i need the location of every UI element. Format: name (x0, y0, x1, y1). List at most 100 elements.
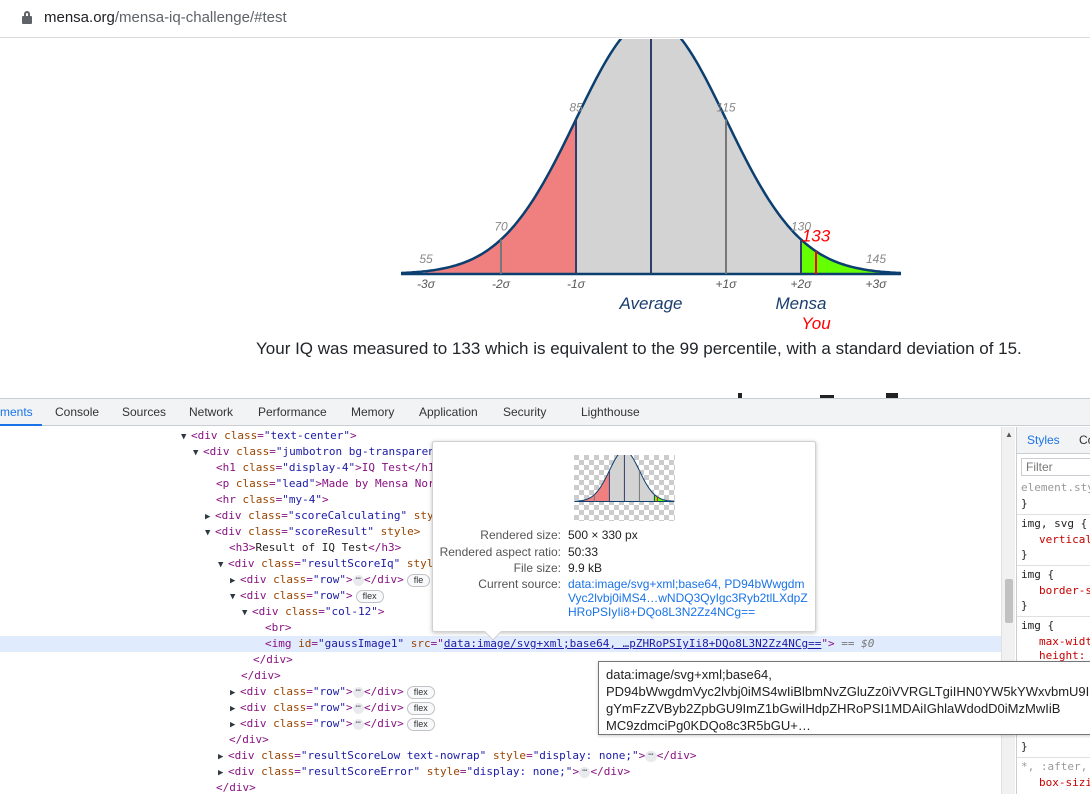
style-rule-selector: img, svg { (1021, 517, 1088, 530)
collapse-arrow-icon[interactable]: ▼ (193, 445, 203, 461)
tab-elements[interactable]: ments (0, 399, 42, 426)
data-uri-line: gYmFzZVByb2ZpbGU9ImZ1bGwiIHdpZHRoPSI1MDA… (606, 701, 1061, 716)
sigma-label: +2σ (791, 277, 813, 291)
url-text[interactable]: mensa.org/mensa-iq-challenge/#test (44, 9, 287, 26)
score-label-85: 85 (569, 100, 583, 114)
lock-icon[interactable] (22, 11, 32, 24)
collapse-arrow-icon[interactable]: ▼ (205, 525, 215, 541)
style-rule-brace: } (1021, 497, 1028, 510)
collapse-arrow-icon[interactable]: ▼ (181, 429, 191, 445)
data-uri-line: MC9zdmciPg0KDQo8c3R5bGU+… (606, 718, 811, 733)
collapse-arrow-icon[interactable]: ▼ (242, 605, 252, 621)
data-uri-tooltip: data:image/svg+xml;base64, PD94bWwgdmVyc… (598, 661, 1090, 735)
expand-arrow-icon[interactable]: ▶ (230, 573, 240, 589)
ellipsis-button[interactable]: ⋯ (579, 766, 591, 778)
style-property[interactable]: max-widt (1039, 635, 1090, 649)
current-source-label: Current source: (478, 577, 561, 591)
styles-tabbar: Styles Co (1017, 427, 1090, 454)
expand-arrow-icon[interactable]: ▶ (218, 749, 228, 765)
aspect-ratio-label: Rendered aspect ratio: (439, 545, 561, 559)
score-label-55: 55 (419, 252, 433, 266)
url-domain: mensa.org (44, 9, 115, 26)
sigma-label: +1σ (716, 277, 738, 291)
aspect-ratio-value: 50:33 (568, 545, 599, 559)
collapse-arrow-icon[interactable]: ▼ (230, 589, 240, 605)
tab-console[interactable]: Console (55, 399, 99, 426)
sigma-label: +3σ (866, 277, 888, 291)
tab-security[interactable]: Security (503, 399, 546, 426)
ellipsis-button[interactable]: ⋯ (645, 750, 657, 762)
flex-badge[interactable]: flex (406, 701, 435, 715)
style-rule-selector: *, :after, (1021, 760, 1088, 773)
style-property[interactable]: vertical (1039, 533, 1090, 547)
tab-sources[interactable]: Sources (122, 399, 166, 426)
style-property[interactable]: border-s (1039, 584, 1090, 598)
ellipsis-button[interactable]: ⋯ (352, 574, 365, 586)
devtools-tabbar: ments Console Sources Network Performanc… (0, 399, 1090, 426)
style-rule-brace: } (1021, 599, 1028, 612)
gauss-chart: 557085 115130145-3σ -2σ -1σ +1σ +2σ +3σAverage… (400, 39, 902, 333)
dom-node[interactable]: </div> (0, 780, 1001, 794)
result-text: Your IQ was measured to 133 which is equ… (256, 339, 1022, 358)
dom-node-selected[interactable]: <img id="gaussImage1" src="data:image/sv… (0, 636, 1001, 652)
user-score-label: 133 (802, 226, 831, 245)
styles-pane: Styles Co Filter element.sty } img, svg … (1016, 427, 1090, 794)
url-path: /mensa-iq-challenge/#test (114, 9, 287, 26)
rendered-size-value: 500 × 330 px (568, 528, 638, 542)
average-label: Average (618, 294, 682, 313)
data-uri-line: PD94bWwgdmVyc2lvbj0iMS4wIiBlbmNvZGluZz0i… (606, 684, 1090, 699)
rendered-size-label: Rendered size: (480, 528, 561, 542)
tab-memory[interactable]: Memory (351, 399, 394, 426)
img-src-link[interactable]: data:image/svg+xml;base64, …pZHRoPSIyIi8… (444, 637, 822, 650)
style-rule-selector: img { (1021, 568, 1055, 581)
style-rule-selector: img { (1021, 619, 1055, 632)
page-content: 55 70 85 115 130 145 -3σ -2σ -1σ +1σ +2σ +3σ Average… (0, 39, 1090, 398)
tab-styles[interactable]: Styles (1027, 427, 1060, 454)
elements-scrollbar[interactable]: ▲ (1001, 427, 1015, 794)
file-size-label: File size: (513, 561, 561, 575)
style-property[interactable]: box-sizi (1039, 776, 1090, 790)
score-label-145: 145 (866, 252, 886, 266)
expand-arrow-icon[interactable]: ▶ (218, 765, 228, 781)
tab-lighthouse[interactable]: Lighthouse (581, 399, 640, 426)
next-heading-peek (738, 393, 898, 398)
ellipsis-button[interactable]: ⋯ (352, 702, 365, 714)
style-rule-brace: } (1021, 548, 1028, 561)
collapse-arrow-icon[interactable]: ▼ (218, 557, 228, 573)
expand-arrow-icon[interactable]: ▶ (230, 685, 240, 701)
style-rule-brace: } (1021, 740, 1028, 753)
scroll-thumb[interactable] (1005, 579, 1013, 623)
dom-node[interactable]: ▶ <div class="resultScoreLow text-nowrap"… (0, 748, 1001, 764)
sigma-label: -3σ (417, 277, 436, 291)
image-preview-tooltip: Rendered size: 500 × 330 px Rendered aspe… (432, 441, 816, 641)
flex-badge[interactable]: flex (355, 589, 384, 603)
you-label: You (801, 314, 831, 333)
score-label-70: 70 (494, 219, 508, 233)
data-uri-line: data:image/svg+xml;base64, (606, 667, 772, 682)
flex-badge[interactable]: flex (406, 717, 435, 731)
scroll-up-icon[interactable]: ▲ (1005, 430, 1013, 439)
file-size-value: 9.9 kB (568, 561, 603, 575)
tab-computed[interactable]: Co (1079, 427, 1090, 454)
score-label-115: 115 (716, 100, 735, 114)
mensa-label: Mensa (775, 294, 826, 313)
ellipsis-button[interactable]: ⋯ (352, 718, 365, 730)
tab-performance[interactable]: Performance (258, 399, 327, 426)
ellipsis-button[interactable]: ⋯ (352, 686, 365, 698)
styles-filter-input[interactable]: Filter (1021, 458, 1090, 476)
image-preview-thumbnail (574, 455, 675, 521)
flex-badge[interactable]: flex (406, 685, 435, 699)
tab-network[interactable]: Network (189, 399, 233, 426)
expand-arrow-icon[interactable]: ▶ (230, 701, 240, 717)
current-source-link[interactable]: data:image/svg+xml;base64, PD94bWwgdm Vy… (568, 577, 813, 619)
tab-application[interactable]: Application (419, 399, 478, 426)
expand-arrow-icon[interactable]: ▶ (205, 509, 215, 525)
expand-arrow-icon[interactable]: ▶ (230, 717, 240, 733)
sigma-label: -1σ (567, 277, 586, 291)
region-average (576, 39, 801, 274)
sigma-label: -2σ (492, 277, 511, 291)
flex-badge[interactable]: fle (406, 573, 431, 587)
dom-node[interactable]: ▶ <div class="resultScoreError" style="di… (0, 764, 1001, 780)
browser-address-bar[interactable]: mensa.org/mensa-iq-challenge/#test (0, 0, 1090, 38)
style-rule-selector: element.sty (1021, 481, 1090, 494)
